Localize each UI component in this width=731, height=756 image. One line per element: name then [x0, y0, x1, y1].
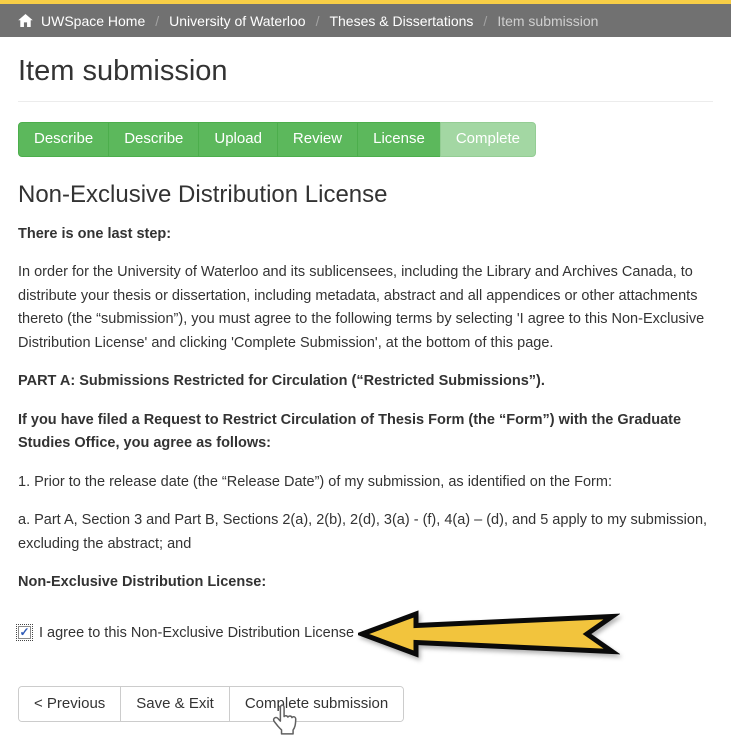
- step-describe-2[interactable]: Describe: [108, 122, 200, 157]
- license-part-a: PART A: Submissions Restricted for Circu…: [18, 373, 545, 390]
- breadcrumb-university-of-waterloo[interactable]: University of Waterloo: [169, 13, 305, 29]
- breadcrumb-item-submission: Item submission: [497, 12, 599, 29]
- license-item-1a: a. Part A, Section 3 and Part B, Section…: [18, 512, 708, 552]
- step-upload[interactable]: Upload: [198, 122, 278, 157]
- callout-arrow: [358, 609, 621, 658]
- step-complete[interactable]: Complete: [439, 122, 537, 157]
- step-review[interactable]: Review: [276, 122, 359, 157]
- action-button-group: < Previous Save & Exit Complete submissi…: [18, 685, 405, 722]
- agree-checkbox[interactable]: [16, 624, 33, 642]
- license-heading: Non-Exclusive Distribution License: [18, 180, 388, 208]
- breadcrumb: UWSpace Home / University of Waterloo / …: [41, 13, 598, 29]
- home-icon[interactable]: [18, 14, 33, 27]
- breadcrumb-uwspace-home[interactable]: UWSpace Home: [41, 13, 145, 29]
- agree-row: I agree to this Non-Exclusive Distributi…: [16, 609, 713, 658]
- license-paragraph: In order for the University of Waterloo …: [18, 264, 705, 351]
- submission-progress-steps: Describe Describe Upload Review License …: [18, 122, 713, 157]
- complete-submission-button[interactable]: Complete submission: [228, 686, 404, 721]
- step-describe-1[interactable]: Describe: [18, 122, 110, 157]
- breadcrumb-separator: /: [315, 12, 320, 29]
- license-intro: There is one last step:: [18, 225, 172, 242]
- license-filed-clause: If you have filed a Request to Restrict …: [18, 411, 682, 452]
- license-ndl-heading: Non-Exclusive Distribution License:: [18, 574, 267, 591]
- breadcrumb-theses-dissertations[interactable]: Theses & Dissertations: [329, 13, 473, 29]
- top-navbar: UWSpace Home / University of Waterloo / …: [0, 0, 731, 37]
- save-exit-button[interactable]: Save & Exit: [120, 686, 229, 721]
- form-actions: < Previous Save & Exit Complete submissi…: [18, 685, 713, 756]
- step-license[interactable]: License: [357, 122, 441, 157]
- previous-button[interactable]: < Previous: [19, 686, 121, 721]
- home-icon-glyph: [18, 14, 33, 27]
- license-item-1: 1. Prior to the release date (the “Relea…: [18, 473, 612, 490]
- license-text: There is one last step: In order for the…: [18, 223, 713, 595]
- breadcrumb-separator: /: [483, 12, 488, 29]
- breadcrumb-separator: /: [155, 12, 160, 29]
- agree-label: I agree to this Non-Exclusive Distributi…: [39, 624, 355, 641]
- hand-cursor-icon: [272, 703, 297, 735]
- page-title: Item submission: [18, 55, 713, 102]
